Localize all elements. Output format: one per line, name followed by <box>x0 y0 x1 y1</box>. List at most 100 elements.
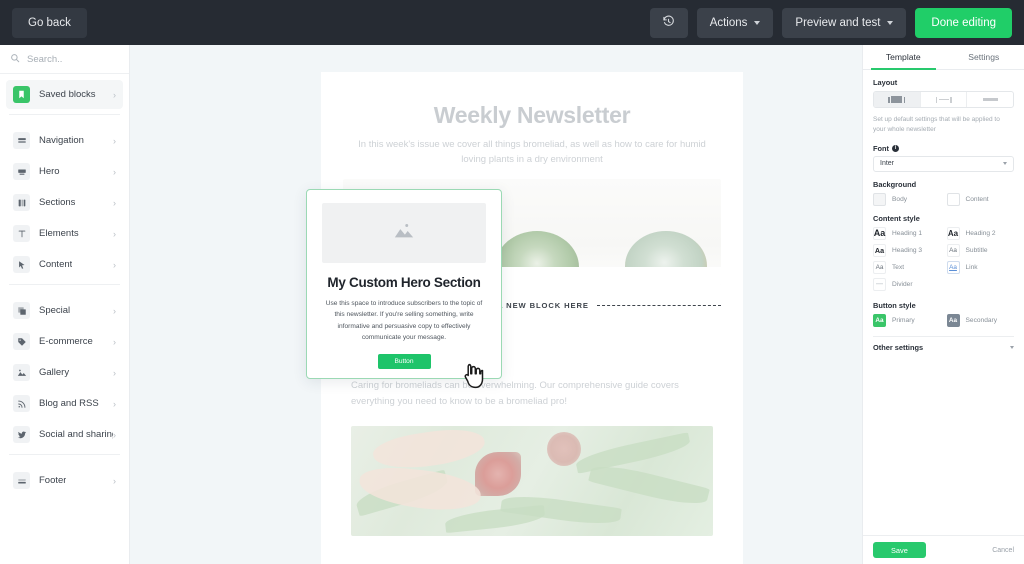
sidebar-item-special[interactable]: Special › <box>6 296 123 325</box>
style-subtitle[interactable]: Aa Subtitle <box>946 243 1015 257</box>
sidebar-item-label: Blog and RSS <box>39 398 99 409</box>
heading-2-label: Heading 2 <box>965 229 996 237</box>
footer-block-icon <box>13 472 30 489</box>
layout-option-full-width[interactable] <box>967 92 1013 107</box>
preview-label: Preview and test <box>795 16 881 29</box>
style-divider[interactable]: — Divider <box>873 277 941 291</box>
layers-icon <box>13 302 30 319</box>
layout-segmented-control[interactable] <box>873 91 1014 108</box>
post-photo[interactable] <box>351 426 713 537</box>
sidebar-item-blog-and-rss[interactable]: Blog and RSS › <box>6 389 123 418</box>
image-mountain-icon <box>13 364 30 381</box>
sidebar-item-label: Saved blocks <box>39 89 96 100</box>
secondary-button-sample: Aa <box>946 313 960 327</box>
search-input[interactable] <box>27 53 119 65</box>
chevron-right-icon: › <box>113 259 116 270</box>
pointing-hand-cursor <box>462 363 484 394</box>
sidebar-item-footer[interactable]: Footer › <box>6 466 123 495</box>
twitter-bird-icon <box>13 426 30 443</box>
columns-icon <box>13 194 30 211</box>
hero-image-placeholder[interactable] <box>322 203 486 263</box>
sidebar-item-elements[interactable]: Elements › <box>6 219 123 248</box>
font-field-label: Font i <box>873 144 1014 153</box>
info-icon[interactable]: i <box>892 144 900 152</box>
layout-full-icon <box>982 97 998 102</box>
chevron-right-icon: › <box>113 135 116 146</box>
background-body-option[interactable]: Body <box>873 192 941 206</box>
sidebar-item-sections[interactable]: Sections › <box>6 188 123 217</box>
heading-2-sample: Aa <box>946 226 960 240</box>
newsletter-title: Weekly Newsletter <box>433 102 631 128</box>
chevron-right-icon: › <box>113 166 116 177</box>
layout-option-centered-narrow[interactable] <box>874 92 921 107</box>
style-heading-1[interactable]: Aa Heading 1 <box>873 226 941 240</box>
actions-dropdown-button[interactable]: Actions <box>696 7 774 38</box>
sidebar-item-ecommerce[interactable]: E-commerce › <box>6 327 123 356</box>
tab-template[interactable]: Template <box>863 45 944 70</box>
sidebar-item-label: Content <box>39 259 73 270</box>
sidebar-nav-group-2: Navigation › Hero › Sections › Elements … <box>0 120 129 279</box>
post-body: Caring for bromeliads can be overwhelmin… <box>351 380 679 407</box>
preview-and-test-button[interactable]: Preview and test <box>782 7 907 38</box>
font-label-text: Font <box>873 143 890 153</box>
layout-option-centered-medium[interactable] <box>921 92 968 107</box>
sidebar-item-content[interactable]: Content › <box>6 250 123 279</box>
style-heading-2[interactable]: Aa Heading 2 <box>946 226 1015 240</box>
secondary-button-label: Secondary <box>965 316 998 324</box>
tag-icon <box>13 333 30 350</box>
style-button-secondary[interactable]: Aa Secondary <box>946 313 1015 327</box>
background-content-option[interactable]: Content <box>946 192 1015 206</box>
go-back-button[interactable]: Go back <box>12 7 87 38</box>
search-row[interactable] <box>0 45 129 74</box>
body-color-swatch[interactable] <box>873 192 886 206</box>
chevron-right-icon: › <box>113 336 116 347</box>
divider-sample: — <box>873 277 886 291</box>
hero-card-body: Use this space to introduce subscribers … <box>325 300 483 341</box>
sidebar-item-social-and-sharing[interactable]: Social and sharing › <box>6 420 123 449</box>
sidebar-item-hero[interactable]: Hero › <box>6 157 123 186</box>
toolbar-actions-group: Actions Preview and test Done editing <box>649 7 1012 38</box>
style-button-primary[interactable]: Aa Primary <box>873 313 941 327</box>
navigation-bar-icon <box>13 132 30 149</box>
tab-settings[interactable]: Settings <box>944 45 1024 69</box>
custom-hero-block-card[interactable]: My Custom Hero Section Use this space to… <box>306 189 502 379</box>
sidebar-item-label: Footer <box>39 475 67 486</box>
bromeliad-bloom <box>475 452 521 497</box>
button-style-row: Aa Primary Aa Secondary <box>873 313 1015 327</box>
chevron-right-icon: › <box>113 89 116 100</box>
hero-block-icon <box>13 163 30 180</box>
font-select[interactable]: Inter <box>873 155 1014 172</box>
panel-footer: Save Cancel <box>863 535 1024 564</box>
sidebar-item-navigation[interactable]: Navigation › <box>6 126 123 155</box>
subtitle-sample: Aa <box>946 243 960 257</box>
history-button[interactable] <box>649 7 688 38</box>
style-heading-3[interactable]: Aa Heading 3 <box>873 243 941 257</box>
style-text[interactable]: Aa Text <box>873 260 941 274</box>
hero-card-button[interactable]: Button <box>377 354 431 370</box>
template-settings-panel: Template Settings Layout Set up default … <box>862 45 1024 564</box>
sidebar-divider <box>9 114 120 115</box>
sidebar-item-label: Social and sharing <box>39 429 113 440</box>
content-color-swatch[interactable] <box>946 192 960 206</box>
cancel-button[interactable]: Cancel <box>992 547 1014 554</box>
text-sample: Aa <box>873 260 886 274</box>
sidebar-item-gallery[interactable]: Gallery › <box>6 358 123 387</box>
sidebar-nav-group-4: Footer › <box>0 460 129 495</box>
background-swatch-row: Body Content <box>873 192 1015 206</box>
sidebar-item-saved-blocks[interactable]: Saved blocks › <box>6 80 123 109</box>
layout-split-icon <box>935 96 952 103</box>
sidebar-item-label: Gallery <box>39 367 70 378</box>
content-swatch-label: Content <box>965 195 989 203</box>
heading-3-sample: Aa <box>873 243 886 257</box>
sidebar-nav-group-1: Saved blocks › <box>0 74 129 109</box>
done-editing-button[interactable]: Done editing <box>915 7 1012 38</box>
leaf <box>444 505 546 534</box>
chevron-right-icon: › <box>113 475 116 486</box>
actions-label: Actions <box>709 16 748 29</box>
save-button[interactable]: Save <box>873 542 926 558</box>
style-link[interactable]: Aa Link <box>946 260 1015 274</box>
chevron-right-icon: › <box>113 197 116 208</box>
subtitle-label: Subtitle <box>965 246 988 254</box>
newsletter-canvas[interactable]: Weekly Newsletter In this week's issue w… <box>130 45 862 564</box>
other-settings-accordion[interactable]: Other settings <box>873 337 1014 359</box>
